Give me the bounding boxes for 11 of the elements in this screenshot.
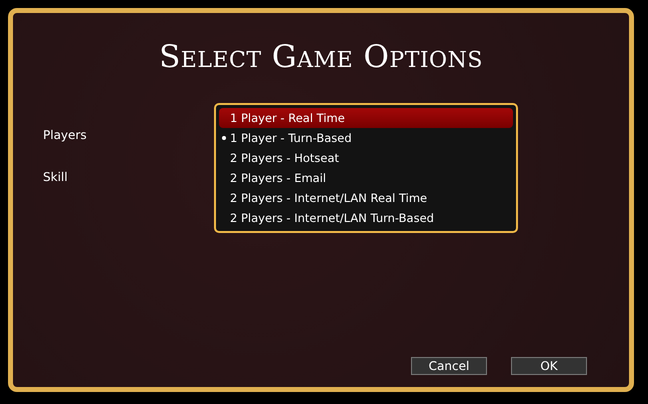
list-item[interactable]: 2 Players - Internet/LAN Turn-Based bbox=[219, 208, 513, 228]
field-label: Skill bbox=[43, 170, 68, 184]
list-item[interactable]: 1 Player - Real Time bbox=[219, 108, 513, 128]
field-label: Players bbox=[43, 128, 87, 142]
list-item[interactable]: 1 Player - Turn-Based bbox=[219, 128, 513, 148]
list-item[interactable]: 2 Players - Internet/LAN Real Time bbox=[219, 188, 513, 208]
dialog-button[interactable]: Cancel bbox=[411, 357, 487, 375]
list-item[interactable]: 2 Players - Email bbox=[219, 168, 513, 188]
dialog-button[interactable]: OK bbox=[511, 357, 587, 375]
list-item[interactable]: 2 Players - Hotseat bbox=[219, 148, 513, 168]
dialog-title: Select Game Options bbox=[159, 39, 483, 75]
